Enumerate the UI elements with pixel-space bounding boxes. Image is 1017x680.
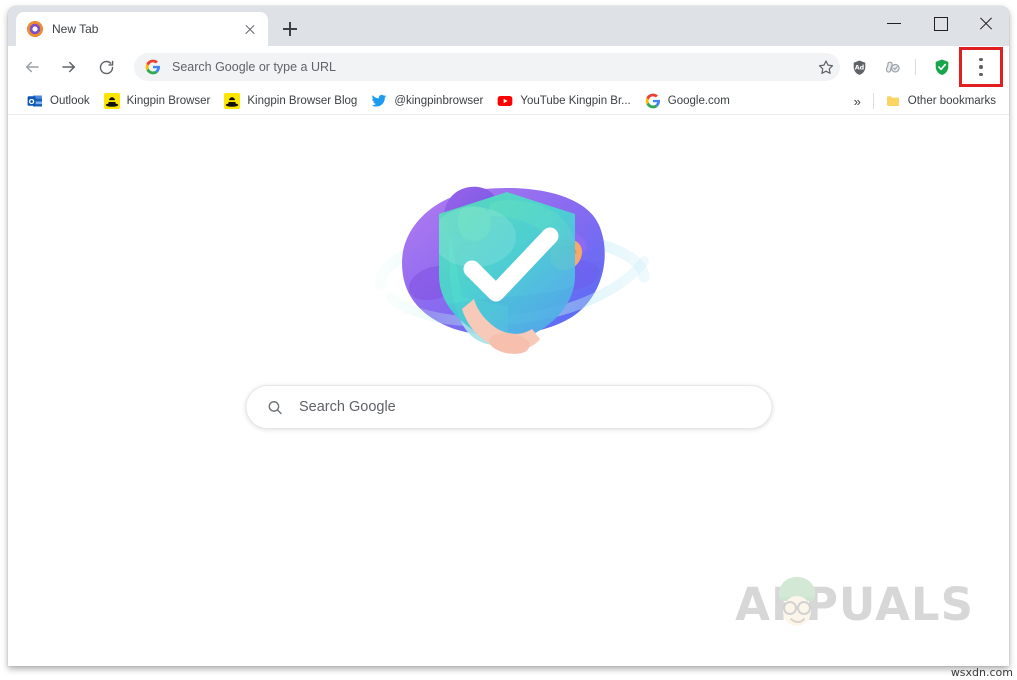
tab-strip: New Tab <box>8 6 1009 46</box>
bookmark-label: Kingpin Browser <box>126 95 211 107</box>
adblock-extension-icon[interactable]: Ad <box>845 53 873 81</box>
other-bookmarks-label: Other bookmarks <box>907 95 996 107</box>
youtube-icon <box>497 93 513 109</box>
toolbar-divider <box>915 59 916 75</box>
bookmark-twitter[interactable]: @kingpinbrowser <box>364 90 490 112</box>
bookmark-kingpin-browser-blog[interactable]: Kingpin Browser Blog <box>217 90 364 112</box>
back-arrow-icon[interactable] <box>18 53 46 81</box>
bookmarks-overflow-area: » Other bookmarks <box>846 90 1003 112</box>
bookmarks-overflow-button[interactable]: » <box>846 95 869 108</box>
bookmark-label: Kingpin Browser Blog <box>247 95 358 107</box>
kingpin-hat-icon <box>103 93 120 109</box>
outlook-icon: O <box>27 93 43 109</box>
reload-icon[interactable] <box>92 53 120 81</box>
privacy-shield-illustration <box>374 186 649 354</box>
twitter-icon <box>371 93 387 109</box>
bookmark-label: @kingpinbrowser <box>394 95 484 107</box>
bookmark-youtube[interactable]: YouTube Kingpin Br... <box>490 90 637 112</box>
maximize-button[interactable] <box>917 6 963 40</box>
chrome-menu-button[interactable] <box>959 47 1003 87</box>
close-tab-icon[interactable] <box>242 21 258 37</box>
address-bar[interactable]: Search Google or type a URL <box>134 53 840 81</box>
bookmark-label: Outlook <box>50 95 90 107</box>
close-button[interactable] <box>963 6 1009 40</box>
three-dot-menu-icon[interactable] <box>979 58 983 76</box>
bookmark-star-icon[interactable] <box>812 53 840 81</box>
browser-window: New Tab Search Google or type a URL Ad O… <box>8 6 1009 666</box>
search-icon <box>268 400 282 414</box>
tab-title: New Tab <box>52 22 99 36</box>
kingpin-hat-icon <box>224 93 241 109</box>
bookmark-kingpin-browser[interactable]: Kingpin Browser <box>97 90 218 112</box>
search-google-box[interactable]: Search Google <box>245 385 772 429</box>
bookmarks-bar: O Outlook Kingpin Browser Kingpin Browse… <box>8 88 1009 115</box>
address-bar-text: Search Google or type a URL <box>172 60 336 74</box>
appuals-mascot-icon <box>779 577 816 626</box>
google-g-icon <box>645 93 661 109</box>
source-watermark: wsxdn.com <box>950 666 1013 679</box>
bookmark-label: Google.com <box>667 95 730 107</box>
browser-toolbar: Search Google or type a URL Ad <box>8 46 1009 88</box>
bookmarks-divider <box>872 93 874 109</box>
bookmark-outlook[interactable]: O Outlook <box>20 90 97 112</box>
google-g-icon <box>145 59 161 75</box>
svg-text:Ad: Ad <box>854 63 864 71</box>
search-placeholder: Search Google <box>299 399 396 415</box>
svg-text:O: O <box>29 98 35 106</box>
bookmark-label: YouTube Kingpin Br... <box>520 95 631 107</box>
window-controls <box>871 6 1009 40</box>
green-shield-check-icon[interactable] <box>928 53 956 81</box>
minimize-button[interactable] <box>871 6 917 40</box>
privacy-badger-extension-icon[interactable] <box>878 53 906 81</box>
appuals-watermark: APPUALS <box>735 577 974 631</box>
kingpin-browser-icon <box>27 21 43 37</box>
tab-new-tab[interactable]: New Tab <box>16 12 268 46</box>
folder-icon <box>885 93 901 109</box>
new-tab-button[interactable] <box>276 15 304 43</box>
other-bookmarks-button[interactable]: Other bookmarks <box>878 90 1003 112</box>
forward-arrow-icon[interactable] <box>55 53 83 81</box>
new-tab-page: Search Google APPUALS <box>8 115 1009 666</box>
bookmark-google[interactable]: Google.com <box>638 90 737 112</box>
